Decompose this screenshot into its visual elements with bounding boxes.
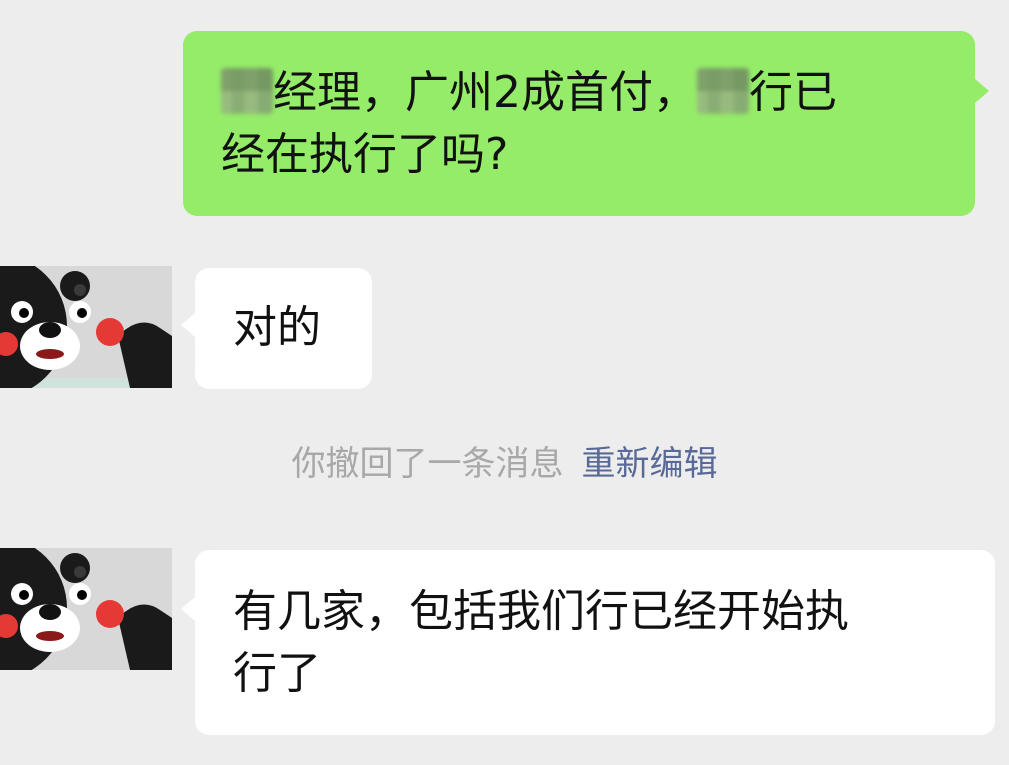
- redacted-name: [221, 68, 273, 114]
- message-line: 行了: [233, 648, 321, 699]
- message-line: 经理，广州2成首付， 行已: [221, 62, 955, 124]
- contact-avatar[interactable]: [0, 548, 172, 670]
- redacted-bank-name: [697, 68, 749, 114]
- bubble-tail: [181, 313, 195, 337]
- recall-notice: 你撤回了一条消息 重新编辑: [0, 440, 1009, 488]
- recall-notice-text: 你撤回了一条消息: [291, 444, 564, 484]
- incoming-message-bubble[interactable]: 对的: [195, 268, 372, 389]
- message-text: 对的: [233, 302, 321, 353]
- message-line: 有几家，包括我们行已经开始执: [233, 586, 849, 637]
- message-text-part: 经理，广州2成首付，: [273, 67, 697, 118]
- message-text-part: 行已: [749, 67, 837, 118]
- contact-avatar[interactable]: [0, 266, 172, 388]
- message-line: 经在执行了吗?: [221, 129, 509, 180]
- bubble-tail: [181, 597, 195, 621]
- bubble-tail: [975, 79, 989, 103]
- re-edit-link[interactable]: 重新编辑: [582, 444, 718, 484]
- outgoing-message-bubble[interactable]: 经理，广州2成首付， 行已 经在执行了吗?: [183, 31, 975, 216]
- bear-mascot-avatar-icon: [0, 266, 172, 388]
- bear-mascot-avatar-icon: [0, 548, 172, 670]
- incoming-message-bubble[interactable]: 有几家，包括我们行已经开始执 行了: [195, 550, 995, 735]
